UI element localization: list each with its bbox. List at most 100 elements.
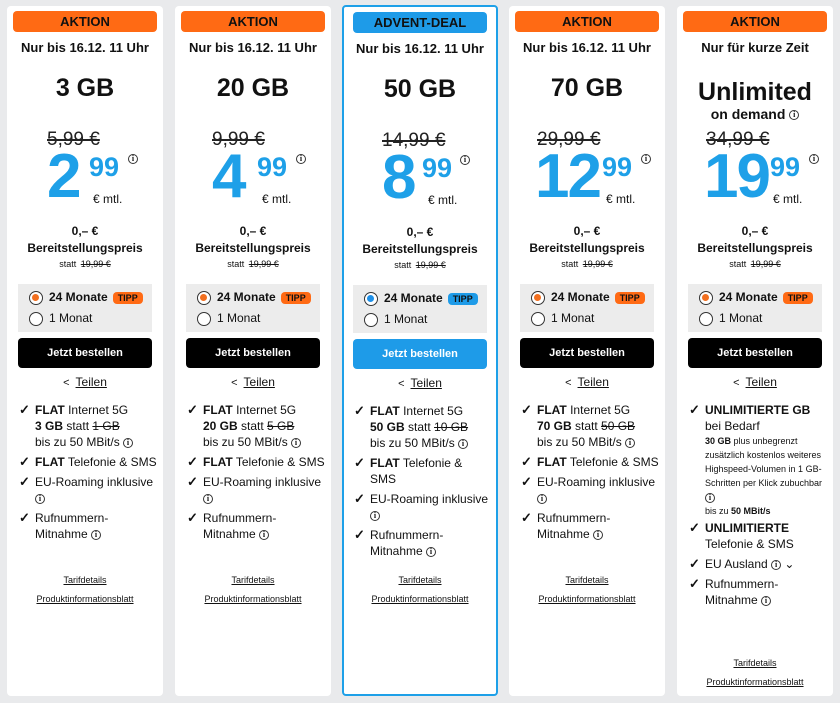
radio-icon[interactable]	[197, 311, 211, 326]
setup-old-price: statt 19,99 €	[394, 260, 446, 270]
option-1-month[interactable]: 1 Monat	[531, 311, 594, 326]
price-info-icon[interactable]: i	[128, 154, 138, 164]
share-link[interactable]: < Teilen	[7, 375, 163, 389]
option-1-month[interactable]: 1 Monat	[29, 311, 92, 326]
order-button[interactable]: Jetzt bestellen	[18, 338, 152, 368]
info-icon[interactable]: i	[705, 492, 715, 503]
info-icon[interactable]: i	[771, 559, 782, 570]
check-icon: ✓	[521, 474, 532, 489]
feature-telephony: ✓ UNLIMITIERTE Telefonie & SMS	[689, 520, 794, 551]
info-icon[interactable]: i	[370, 510, 380, 521]
option-1-month[interactable]: 1 Monat	[197, 311, 260, 326]
order-button[interactable]: Jetzt bestellen	[186, 338, 320, 368]
check-icon: ✓	[521, 510, 532, 525]
option-24-months[interactable]: 24 Monate TIPP	[29, 290, 143, 305]
card-links: Tarifdetails Produktinformationsblatt	[175, 575, 331, 613]
setup-label: Bereitstellungspreis	[529, 241, 645, 255]
radio-icon[interactable]	[29, 311, 43, 326]
feature-list: ✓ FLAT Internet 5G 20 GB statt 5 GB bis zu …	[187, 402, 325, 546]
radio-icon[interactable]	[531, 311, 545, 326]
option-24-months[interactable]: 24 Monate TIPP	[197, 290, 311, 305]
radio-selected-icon[interactable]	[531, 290, 545, 305]
share-link[interactable]: < Teilen	[509, 375, 665, 389]
order-button[interactable]: Jetzt bestellen	[520, 338, 654, 368]
option-24-months[interactable]: 24 Monate TIPP	[531, 290, 645, 305]
tipp-badge: TIPP	[782, 291, 813, 304]
radio-selected-icon[interactable]	[364, 291, 378, 306]
check-icon: ✓	[354, 527, 365, 542]
check-icon: ✓	[689, 520, 700, 535]
price-integer: 19	[704, 142, 771, 211]
check-icon: ✓	[354, 491, 365, 506]
info-icon[interactable]: i	[291, 437, 302, 448]
setup-old-price: statt 19,99 €	[227, 259, 279, 269]
price-info-icon[interactable]: i	[296, 154, 306, 164]
validity-text: Nur bis 16.12. 11 Uhr	[356, 41, 484, 56]
validity-text: Nur bis 16.12. 11 Uhr	[523, 40, 651, 55]
product-info-link[interactable]: Produktinformationsblatt	[7, 594, 163, 604]
price-info-icon[interactable]: i	[460, 155, 470, 165]
info-icon[interactable]: i	[625, 437, 636, 448]
data-volume: 70 GB	[550, 74, 624, 102]
option-24-months[interactable]: 24 Monate TIPP	[699, 290, 813, 305]
check-icon: ✓	[187, 474, 198, 489]
tariff-card-20gb: AKTION Nur bis 16.12. 11 Uhr 20 GB 9,99 …	[175, 6, 331, 696]
price-info-icon[interactable]: i	[809, 154, 819, 164]
price-integer: 8	[382, 143, 417, 212]
promo-badge: AKTION	[13, 11, 157, 32]
option-1-month[interactable]: 1 Monat	[364, 312, 427, 327]
order-button[interactable]: Jetzt bestellen	[353, 339, 487, 369]
radio-icon[interactable]	[699, 311, 713, 326]
validity-text: Nur bis 16.12. 11 Uhr	[21, 40, 149, 55]
info-icon[interactable]: i	[123, 437, 134, 448]
info-icon[interactable]: i	[91, 529, 102, 540]
tarifdetails-link[interactable]: Tarifdetails	[344, 575, 496, 585]
feature-number-porting: ✓ Rufnummern-Mitnahme i	[187, 510, 277, 541]
setup-label: Bereitstellungspreis	[195, 241, 311, 255]
option-1-month[interactable]: 1 Monat	[699, 311, 762, 326]
tarifdetails-link[interactable]: Tarifdetails	[7, 575, 163, 585]
tarifdetails-link[interactable]: Tarifdetails	[175, 575, 331, 585]
radio-selected-icon[interactable]	[29, 290, 43, 305]
product-info-link[interactable]: Produktinformationsblatt	[677, 677, 833, 687]
tarifdetails-link[interactable]: Tarifdetails	[509, 575, 665, 585]
order-button[interactable]: Jetzt bestellen	[688, 338, 822, 368]
contract-options: 24 Monate TIPP 1 Monat	[520, 284, 654, 332]
info-icon[interactable]: i	[593, 529, 604, 540]
feature-eu-abroad: ✓ EU Ausland i ⌄	[689, 556, 795, 571]
data-volume: 3 GB	[55, 74, 115, 102]
info-icon[interactable]: i	[761, 595, 772, 606]
radio-selected-icon[interactable]	[197, 290, 211, 305]
option-24-months[interactable]: 24 Monate TIPP	[364, 291, 478, 306]
chevron-down-icon[interactable]: ⌄	[784, 557, 794, 571]
radio-icon[interactable]	[364, 312, 378, 327]
info-icon[interactable]: i	[426, 546, 437, 557]
product-info-link[interactable]: Produktinformationsblatt	[344, 594, 496, 604]
product-info-link[interactable]: Produktinformationsblatt	[509, 594, 665, 604]
feature-roaming: ✓ EU-Roaming inklusive i	[187, 474, 322, 504]
tipp-badge: TIPP	[112, 291, 143, 304]
card-links: Tarifdetails Produktinformationsblatt	[344, 575, 496, 613]
check-icon: ✓	[19, 510, 30, 525]
feature-roaming: ✓ EU-Roaming inklusive i	[354, 491, 489, 521]
data-volume: Unlimited	[698, 78, 812, 106]
info-icon[interactable]: i	[537, 493, 547, 504]
info-icon[interactable]: i	[35, 493, 45, 504]
info-icon[interactable]: i	[203, 493, 213, 504]
radio-selected-icon[interactable]	[699, 290, 713, 305]
tariff-card-70gb: AKTION Nur bis 16.12. 11 Uhr 70 GB 29,99…	[509, 6, 665, 696]
share-link[interactable]: < Teilen	[344, 376, 496, 390]
feature-list: ✓ UNLIMITIERTE GB bei Bedarf 30 GB plus un…	[689, 402, 829, 612]
price-info-icon[interactable]: i	[641, 154, 651, 164]
share-link[interactable]: < Teilen	[175, 375, 331, 389]
tarifdetails-link[interactable]: Tarifdetails	[677, 658, 833, 668]
setup-price: 0,– €	[406, 225, 434, 239]
info-icon[interactable]: i	[789, 110, 800, 121]
info-icon[interactable]: i	[259, 529, 270, 540]
share-link[interactable]: < Teilen	[677, 375, 833, 389]
tariff-card-50gb: ADVENT-DEAL Nur bis 16.12. 11 Uhr 50 GB …	[342, 5, 498, 696]
info-icon[interactable]: i	[458, 438, 469, 449]
check-icon: ✓	[689, 576, 700, 591]
tariff-card-unlimited: AKTION Nur für kurze Zeit Unlimited on d…	[677, 6, 833, 696]
product-info-link[interactable]: Produktinformationsblatt	[175, 594, 331, 604]
